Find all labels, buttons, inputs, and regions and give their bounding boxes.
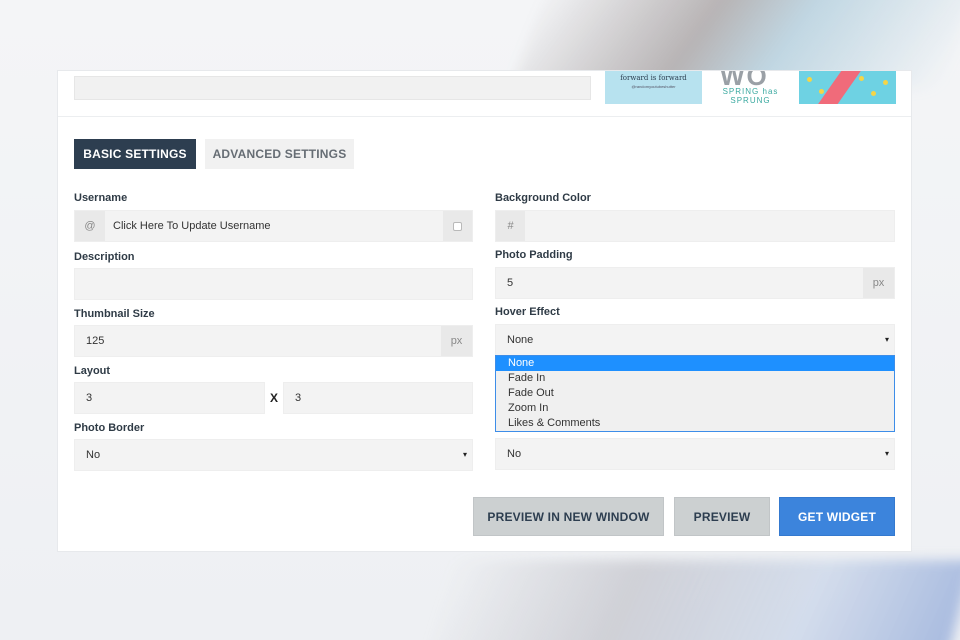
thumbnail-3-dot bbox=[883, 80, 888, 85]
thumbnail-2: WO SPRING has SPRUNG bbox=[702, 71, 799, 104]
thumbnail-3-stripe bbox=[813, 71, 861, 104]
hover-effect-value: None bbox=[507, 334, 534, 346]
thumbnail-3-dot bbox=[807, 77, 812, 82]
photo-border-label: Photo Border bbox=[74, 422, 145, 434]
px-unit-addon: px bbox=[863, 268, 894, 298]
layout-rows-value: 3 bbox=[295, 392, 302, 404]
hash-addon: # bbox=[496, 211, 525, 241]
top-text-field[interactable] bbox=[74, 76, 591, 100]
secondary-select[interactable]: No ▾ bbox=[495, 438, 895, 470]
thumbnail-3-dot bbox=[871, 91, 876, 96]
thumbnail-strip: forward is forward @randomyoutubeshutter… bbox=[605, 71, 896, 104]
layout-label: Layout bbox=[74, 365, 111, 377]
username-input[interactable]: Click Here To Update Username bbox=[113, 211, 271, 241]
background-streak bbox=[426, 560, 960, 640]
section-divider bbox=[58, 116, 911, 117]
get-widget-button[interactable]: GET WIDGET bbox=[779, 497, 895, 536]
checkbox-icon[interactable] bbox=[453, 221, 462, 231]
thumbnail-2-title: SPRING has SPRUNG bbox=[722, 87, 779, 104]
thumbnail-size-label: Thumbnail Size bbox=[74, 308, 155, 320]
thumbnail-3-dot bbox=[819, 89, 824, 94]
background-color-label: Background Color bbox=[495, 192, 591, 204]
hover-effect-label: Hover Effect bbox=[495, 306, 560, 318]
username-field[interactable]: @ Click Here To Update Username bbox=[74, 210, 473, 242]
photo-border-select[interactable]: No ▾ bbox=[74, 439, 473, 471]
dropdown-option-zoom-in[interactable]: Zoom In bbox=[496, 401, 894, 416]
layout-columns-value: 3 bbox=[86, 392, 93, 404]
photo-padding-label: Photo Padding bbox=[495, 249, 573, 261]
hover-effect-dropdown: None Fade In Fade Out Zoom In Likes & Co… bbox=[495, 355, 895, 432]
layout-separator: X bbox=[270, 391, 279, 405]
username-label: Username bbox=[74, 192, 128, 204]
preview-new-window-button[interactable]: PREVIEW IN NEW WINDOW bbox=[473, 497, 664, 536]
tab-advanced-settings[interactable]: ADVANCED SETTINGS bbox=[205, 139, 354, 169]
thumbnail-1: forward is forward @randomyoutubeshutter bbox=[605, 71, 702, 104]
thumbnail-3-dot bbox=[859, 76, 864, 81]
photo-padding-value: 5 bbox=[507, 277, 514, 289]
description-label: Description bbox=[74, 251, 135, 263]
thumbnail-1-title: forward is forward bbox=[620, 74, 687, 82]
thumbnail-3 bbox=[799, 71, 896, 104]
photo-padding-input[interactable]: 5 px bbox=[495, 267, 895, 299]
dropdown-option-likes-comments[interactable]: Likes & Comments bbox=[496, 416, 894, 431]
dropdown-option-fade-out[interactable]: Fade Out bbox=[496, 386, 894, 401]
preview-button[interactable]: PREVIEW bbox=[674, 497, 770, 536]
px-unit-addon: px bbox=[441, 326, 472, 356]
chevron-down-icon: ▾ bbox=[884, 449, 889, 458]
thumbnail-size-value: 125 bbox=[86, 335, 105, 347]
thumbnail-size-input[interactable]: 125 px bbox=[74, 325, 473, 357]
chevron-down-icon: ▾ bbox=[884, 335, 889, 344]
tab-basic-settings[interactable]: BASIC SETTINGS bbox=[74, 139, 196, 169]
dropdown-option-none[interactable]: None bbox=[496, 356, 894, 371]
dropdown-option-fade-in[interactable]: Fade In bbox=[496, 371, 894, 386]
layout-columns-input[interactable]: 3 bbox=[74, 382, 265, 414]
chevron-down-icon: ▾ bbox=[462, 450, 467, 459]
layout-rows-input[interactable]: 3 bbox=[283, 382, 473, 414]
secondary-select-value: No bbox=[507, 448, 522, 460]
background-color-field[interactable]: # bbox=[495, 210, 895, 242]
thumbnail-1-subtitle: @randomyoutubeshutter bbox=[631, 84, 676, 89]
at-sign-addon: @ bbox=[75, 211, 105, 241]
widget-settings-card: forward is forward @randomyoutubeshutter… bbox=[57, 70, 912, 552]
hover-effect-select[interactable]: None ▾ bbox=[495, 324, 895, 356]
description-input[interactable] bbox=[74, 268, 473, 300]
photo-border-value: No bbox=[86, 449, 101, 461]
username-confirm-addon[interactable] bbox=[443, 211, 472, 241]
